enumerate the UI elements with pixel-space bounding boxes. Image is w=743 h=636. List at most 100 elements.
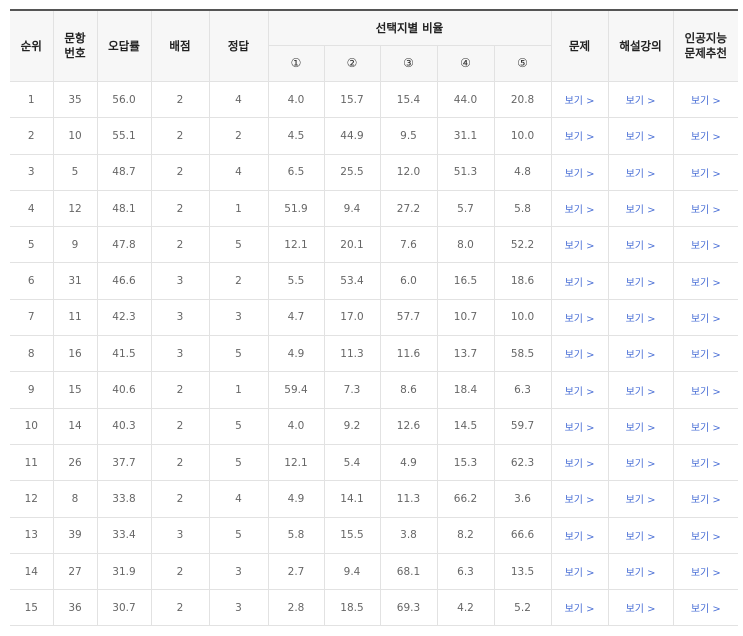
ai-recommend-view-link[interactable]: 보기 > [691, 387, 721, 398]
ai-recommend-view-link[interactable]: 보기 > [691, 350, 721, 361]
lecture-view-link[interactable]: 보기 > [626, 568, 656, 579]
problem-view-link[interactable]: 보기 > [565, 495, 595, 506]
ai-recommend-view-link[interactable]: 보기 > [691, 568, 721, 579]
choice-5-ratio-cell: 20.8 [493, 80, 552, 119]
problem-view-link[interactable]: 보기 > [565, 387, 595, 398]
choice-4-ratio-cell: 44.0 [436, 80, 495, 119]
choice-3-ratio-cell: 12.0 [379, 153, 438, 191]
lecture-view-link[interactable]: 보기 > [626, 169, 656, 180]
ai-recommend-view-link[interactable]: 보기 > [691, 278, 721, 289]
header-points: 배점 [150, 9, 210, 82]
choice-1-ratio-cell: 6.5 [267, 153, 325, 191]
problem-view-link[interactable]: 보기 > [565, 604, 595, 615]
rank-cell: 10 [10, 407, 54, 445]
error-rate-cell: 48.1 [96, 189, 152, 228]
table-row: 15 36 30.7 2 3 2.8 18.5 69.3 4.2 5.2 보기 > 보기 > 보기 > [10, 589, 739, 627]
points-cell: 2 [150, 371, 210, 409]
item-no-cell: 35 [52, 80, 98, 119]
problem-view-link[interactable]: 보기 > [565, 568, 595, 579]
lecture-view-link[interactable]: 보기 > [626, 241, 656, 252]
ai-recommend-view-link[interactable]: 보기 > [691, 495, 721, 506]
lecture-view-link[interactable]: 보기 > [626, 604, 656, 615]
lecture-view-link[interactable]: 보기 > [626, 495, 656, 506]
lecture-view-link[interactable]: 보기 > [626, 132, 656, 143]
problem-view-link[interactable]: 보기 > [565, 169, 595, 180]
choice-1-ratio-cell: 12.1 [267, 443, 325, 482]
table-row: 3 5 48.7 2 4 6.5 25.5 12.0 51.3 4.8 보기 > 보기 > 보기 > [10, 153, 739, 191]
choice-1-ratio-cell: 12.1 [267, 226, 325, 264]
points-cell: 2 [150, 480, 210, 518]
choice-5-ratio-cell: 10.0 [493, 298, 552, 337]
table-row: 11 26 37.7 2 5 12.1 5.4 4.9 15.3 62.3 보기 > 보기 > 보기 > [10, 443, 739, 482]
problem-view-link[interactable]: 보기 > [565, 532, 595, 543]
ai-recommend-view-link[interactable]: 보기 > [691, 169, 721, 180]
choice-1-ratio-cell: 4.9 [267, 480, 325, 518]
points-cell: 2 [150, 153, 210, 191]
header-ai-recommend: 인공지능 문제추천 [672, 9, 739, 82]
lecture-view-link[interactable]: 보기 > [626, 459, 656, 470]
problem-cell: 보기 > [550, 552, 609, 591]
choice-1-ratio-cell: 4.0 [267, 407, 325, 445]
table-row: 8 16 41.5 3 5 4.9 11.3 11.6 13.7 58.5 보기 > 보기 > 보기 > [10, 335, 739, 373]
problem-view-link[interactable]: 보기 > [565, 205, 595, 216]
choice-4-ratio-cell: 14.5 [436, 407, 495, 445]
ai-recommend-cell: 보기 > [672, 443, 739, 482]
choice-4-ratio-cell: 10.7 [436, 298, 495, 337]
table-row: 14 27 31.9 2 3 2.7 9.4 68.1 6.3 13.5 보기 > 보기 > 보기 > [10, 552, 739, 591]
problem-view-link[interactable]: 보기 > [565, 132, 595, 143]
item-no-cell: 5 [52, 153, 98, 191]
ai-recommend-view-link[interactable]: 보기 > [691, 96, 721, 107]
table-row: 2 10 55.1 2 2 4.5 44.9 9.5 31.1 10.0 보기 > 보기 > 보기 > [10, 117, 739, 155]
problem-view-link[interactable]: 보기 > [565, 278, 595, 289]
ai-recommend-view-link[interactable]: 보기 > [691, 314, 721, 325]
ai-recommend-view-link[interactable]: 보기 > [691, 423, 721, 434]
table-row: 5 9 47.8 2 5 12.1 20.1 7.6 8.0 52.2 보기 > 보기 > 보기 > [10, 226, 739, 264]
table-row: 1 35 56.0 2 4 4.0 15.7 15.4 44.0 20.8 보기 > 보기 > 보기 > [10, 80, 739, 119]
lecture-cell: 보기 > [607, 335, 674, 373]
ai-recommend-view-link[interactable]: 보기 > [691, 459, 721, 470]
problem-view-link[interactable]: 보기 > [565, 314, 595, 325]
header-choice-4: ④ [436, 45, 495, 82]
ai-recommend-view-link[interactable]: 보기 > [691, 604, 721, 615]
choice-1-ratio-cell: 4.7 [267, 298, 325, 337]
ai-recommend-view-link[interactable]: 보기 > [691, 241, 721, 252]
choice-5-ratio-cell: 58.5 [493, 335, 552, 373]
lecture-view-link[interactable]: 보기 > [626, 205, 656, 216]
problem-view-link[interactable]: 보기 > [565, 459, 595, 470]
points-cell: 2 [150, 189, 210, 228]
problem-view-link[interactable]: 보기 > [565, 241, 595, 252]
problem-cell: 보기 > [550, 153, 609, 191]
problem-view-link[interactable]: 보기 > [565, 423, 595, 434]
ai-recommend-cell: 보기 > [672, 298, 739, 337]
lecture-cell: 보기 > [607, 443, 674, 482]
choice-4-ratio-cell: 15.3 [436, 443, 495, 482]
ai-recommend-view-link[interactable]: 보기 > [691, 532, 721, 543]
problem-cell: 보기 > [550, 371, 609, 409]
choice-1-ratio-cell: 59.4 [267, 371, 325, 409]
choice-2-ratio-cell: 9.2 [323, 407, 381, 445]
rank-cell: 4 [10, 189, 54, 228]
choice-2-ratio-cell: 9.4 [323, 189, 381, 228]
item-no-cell: 11 [52, 298, 98, 337]
lecture-view-link[interactable]: 보기 > [626, 387, 656, 398]
answer-cell: 1 [208, 371, 269, 409]
rank-cell: 6 [10, 262, 54, 300]
problem-cell: 보기 > [550, 589, 609, 627]
ai-recommend-view-link[interactable]: 보기 > [691, 205, 721, 216]
choice-4-ratio-cell: 8.0 [436, 226, 495, 264]
lecture-view-link[interactable]: 보기 > [626, 423, 656, 434]
choice-2-ratio-cell: 9.4 [323, 552, 381, 591]
header-lecture: 해설강의 [607, 9, 674, 82]
lecture-view-link[interactable]: 보기 > [626, 532, 656, 543]
problem-view-link[interactable]: 보기 > [565, 96, 595, 107]
ai-recommend-cell: 보기 > [672, 80, 739, 119]
lecture-view-link[interactable]: 보기 > [626, 350, 656, 361]
answer-cell: 2 [208, 117, 269, 155]
item-no-cell: 16 [52, 335, 98, 373]
lecture-view-link[interactable]: 보기 > [626, 278, 656, 289]
ai-recommend-view-link[interactable]: 보기 > [691, 132, 721, 143]
choice-2-ratio-cell: 14.1 [323, 480, 381, 518]
lecture-view-link[interactable]: 보기 > [626, 96, 656, 107]
problem-view-link[interactable]: 보기 > [565, 350, 595, 361]
lecture-view-link[interactable]: 보기 > [626, 314, 656, 325]
